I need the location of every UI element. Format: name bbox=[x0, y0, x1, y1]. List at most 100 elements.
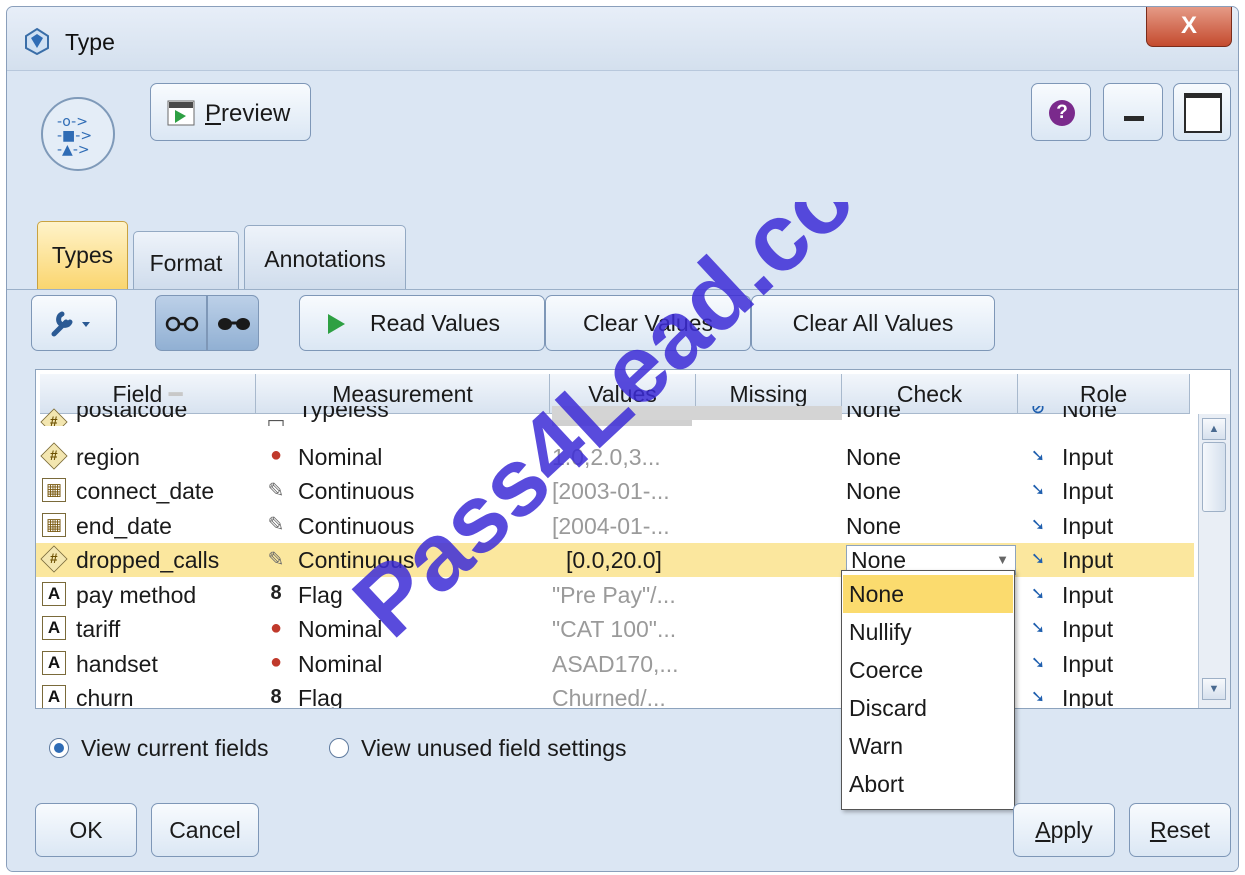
values-empty bbox=[552, 406, 842, 420]
preview-label: Preview bbox=[205, 100, 291, 127]
table-row[interactable]: Apay method 8 Flag "Pre Pay"/... ➘ Input bbox=[36, 578, 1194, 612]
dark-glasses-icon bbox=[218, 318, 250, 330]
role-value[interactable]: Input bbox=[1062, 474, 1182, 508]
role-value[interactable]: Input bbox=[1062, 440, 1182, 474]
field-name: connect_date bbox=[76, 478, 215, 504]
field-name: postalcode bbox=[76, 406, 188, 422]
measurement-value[interactable]: Nominal bbox=[298, 647, 548, 681]
reset-button[interactable]: Reset bbox=[1129, 803, 1231, 857]
nominal-icon: ● bbox=[269, 616, 283, 639]
check-header-label: Check bbox=[896, 381, 963, 407]
help-button[interactable]: ? bbox=[1031, 83, 1091, 141]
check-value[interactable]: None bbox=[846, 406, 1016, 426]
measurement-value[interactable]: Typeless bbox=[298, 406, 548, 426]
scroll-up-icon[interactable]: ▲ bbox=[1202, 418, 1226, 440]
check-dropdown-list: None Nullify Coerce Discard Warn Abort bbox=[841, 570, 1015, 810]
table-row[interactable]: Ahandset ● Nominal ASAD170,... ➘ Input bbox=[36, 647, 1194, 681]
view-values-toggle[interactable] bbox=[155, 295, 207, 351]
numeric-field-icon: # bbox=[40, 545, 68, 573]
measurement-value[interactable]: Continuous bbox=[298, 543, 548, 577]
table-row[interactable]: ▦ end_date ✎ Continuous [2004-01-... None ➘ Inp… bbox=[36, 509, 1194, 543]
field-name: churn bbox=[76, 685, 134, 709]
maximize-button[interactable] bbox=[1173, 83, 1231, 141]
scroll-down-icon[interactable]: ▼ bbox=[1202, 678, 1226, 700]
table-row[interactable]: # postalcode ▭ Typeless None ⊘ None bbox=[36, 406, 1194, 426]
vertical-scrollbar[interactable]: ▲ ▼ bbox=[1198, 414, 1230, 708]
values-cell: [0.0,20.0] bbox=[566, 547, 662, 573]
type-node-icon bbox=[25, 27, 49, 55]
role-value[interactable]: Input bbox=[1062, 681, 1182, 708]
role-value[interactable]: Input bbox=[1062, 509, 1182, 543]
check-option-nullify[interactable]: Nullify bbox=[843, 613, 1013, 651]
check-value[interactable]: None bbox=[846, 440, 1016, 474]
input-arrow-icon: ➘ bbox=[1030, 652, 1046, 672]
read-values-button[interactable]: Read Values bbox=[299, 295, 545, 351]
input-arrow-icon: ➘ bbox=[1030, 583, 1046, 603]
ok-button[interactable]: OK bbox=[35, 803, 137, 857]
minimize-button[interactable] bbox=[1103, 83, 1163, 141]
table-row[interactable]: ▦ connect_date ✎ Continuous [2003-01-... None… bbox=[36, 474, 1194, 508]
table-row[interactable]: Achurn 8 Flag Churned/... ➘ Input bbox=[36, 681, 1194, 709]
measurement-header-label: Measurement bbox=[332, 381, 473, 407]
hide-values-toggle[interactable] bbox=[207, 295, 259, 351]
typeless-field-icon: # bbox=[40, 408, 68, 426]
view-unused-fields-radio[interactable] bbox=[329, 738, 349, 758]
preview-button[interactable]: Preview bbox=[150, 83, 311, 141]
measurement-value[interactable]: Flag bbox=[298, 681, 548, 708]
tab-annotations[interactable]: Annotations bbox=[244, 225, 406, 290]
close-button[interactable]: X bbox=[1146, 7, 1232, 47]
clear-values-button[interactable]: Clear Values bbox=[545, 295, 751, 351]
view-current-fields-radio[interactable] bbox=[49, 738, 69, 758]
scroll-thumb[interactable] bbox=[1202, 442, 1226, 512]
flag-icon: 8 bbox=[270, 685, 282, 708]
help-icon: ? bbox=[1049, 100, 1075, 126]
measurement-value[interactable]: Nominal bbox=[298, 440, 548, 474]
flag-icon: 8 bbox=[270, 582, 282, 604]
numeric-field-icon: # bbox=[40, 441, 68, 470]
measurement-value[interactable]: Flag bbox=[298, 578, 548, 612]
measurement-value[interactable]: Nominal bbox=[298, 612, 548, 646]
role-value[interactable]: Input bbox=[1062, 543, 1182, 577]
none-role-icon: ⊘ bbox=[1030, 406, 1046, 417]
table-row[interactable]: # region ● Nominal 1.0,2.0,3... None ➘ Input bbox=[36, 440, 1194, 474]
tab-types[interactable]: Types bbox=[37, 221, 128, 290]
measurement-value[interactable]: Continuous bbox=[298, 474, 548, 508]
check-option-discard[interactable]: Discard bbox=[843, 689, 1013, 727]
check-option-abort[interactable]: Abort bbox=[843, 765, 1013, 803]
measurement-value[interactable]: Continuous bbox=[298, 509, 548, 543]
ruler-icon: ✎ bbox=[267, 479, 285, 502]
check-option-coerce[interactable]: Coerce bbox=[843, 651, 1013, 689]
check-value[interactable]: None bbox=[846, 509, 1016, 543]
role-value[interactable]: Input bbox=[1062, 647, 1182, 681]
table-row[interactable]: Atariff ● Nominal "CAT 100"... ➘ Input bbox=[36, 612, 1194, 646]
string-field-icon: A bbox=[42, 650, 66, 675]
field-name: handset bbox=[76, 650, 158, 677]
cancel-label: Cancel bbox=[169, 817, 241, 843]
clear-all-values-button[interactable]: Clear All Values bbox=[751, 295, 995, 351]
role-value[interactable]: None bbox=[1062, 406, 1182, 426]
view-unused-fields-label[interactable]: View unused field settings bbox=[361, 735, 627, 762]
tab-format-label: Format bbox=[149, 250, 223, 276]
tools-menu-button[interactable] bbox=[31, 295, 117, 351]
values-cell: [2004-01-... bbox=[552, 512, 670, 539]
type-dialog: Type X -o-> -■-> -▲-> Preview ? Types Fo… bbox=[6, 6, 1239, 872]
values-cell: ASAD170,... bbox=[552, 650, 679, 677]
ruler-icon: ✎ bbox=[267, 548, 285, 571]
close-icon: X bbox=[1180, 12, 1197, 39]
tab-format[interactable]: Format bbox=[133, 231, 239, 290]
values-cell: Churned/... bbox=[552, 685, 666, 709]
check-option-none[interactable]: None bbox=[843, 575, 1013, 613]
role-value[interactable]: Input bbox=[1062, 612, 1182, 646]
cancel-button[interactable]: Cancel bbox=[151, 803, 259, 857]
minimize-icon bbox=[1124, 116, 1144, 121]
title-bar: Type X bbox=[7, 7, 1238, 71]
input-arrow-icon: ➘ bbox=[1030, 687, 1046, 706]
check-value[interactable]: None bbox=[846, 474, 1016, 508]
apply-button[interactable]: Apply bbox=[1013, 803, 1115, 857]
role-value[interactable]: Input bbox=[1062, 578, 1182, 612]
read-values-label: Read Values bbox=[370, 310, 500, 336]
input-arrow-icon: ➘ bbox=[1030, 618, 1046, 637]
check-option-warn[interactable]: Warn bbox=[843, 727, 1013, 765]
table-row[interactable]: # dropped_calls ✎ Continuous [0.0,20.0] None ▼… bbox=[36, 543, 1194, 577]
view-current-fields-label[interactable]: View current fields bbox=[81, 735, 269, 762]
